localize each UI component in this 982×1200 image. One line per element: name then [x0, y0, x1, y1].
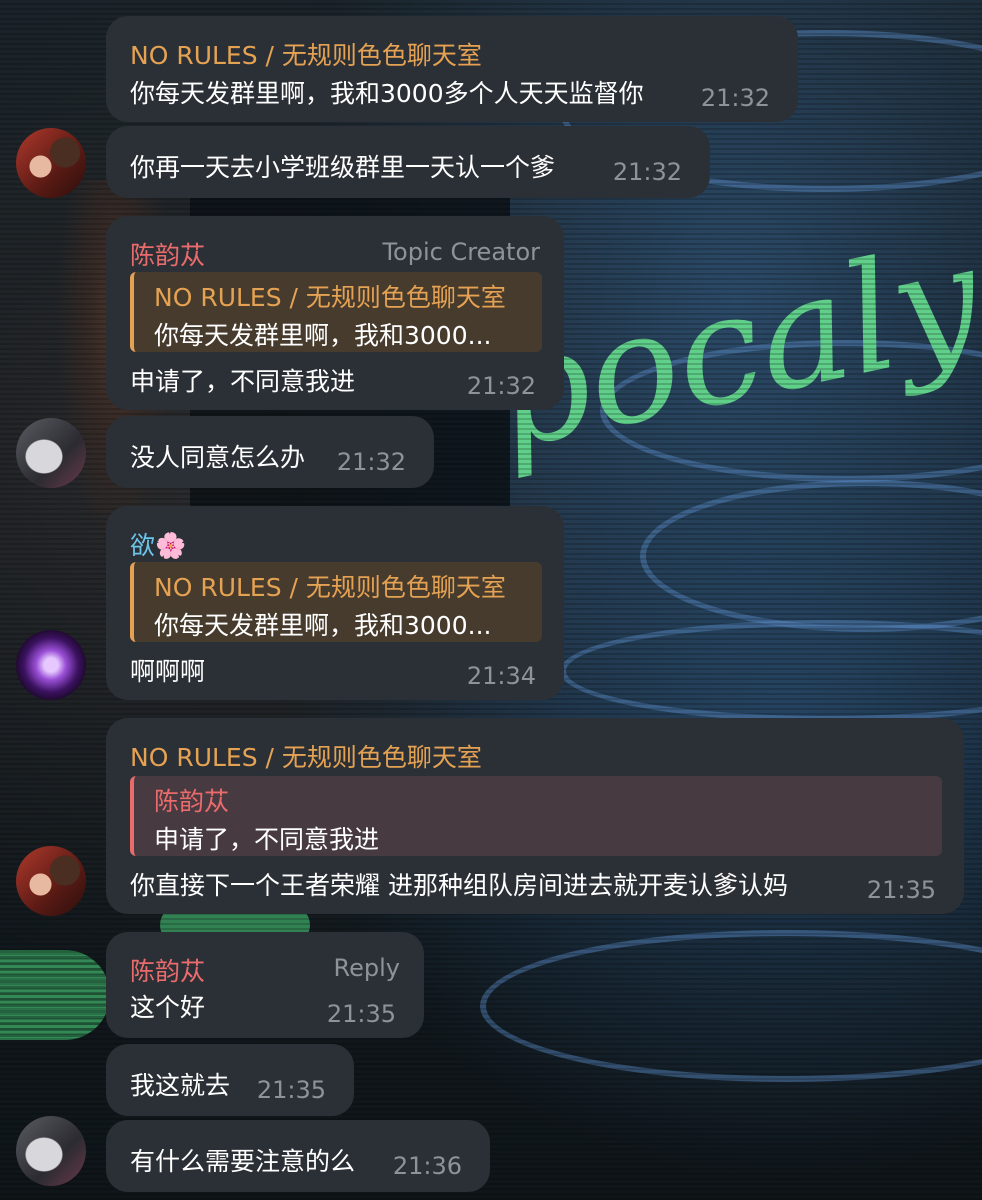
message-text: 啊啊啊 [130, 657, 206, 686]
reply-quote[interactable]: 陈韵苁 申请了，不同意我进 [130, 776, 942, 856]
message-text: 没人同意怎么办 [130, 443, 306, 472]
message-bubble[interactable]: 有什么需要注意的么 21:36 [106, 1120, 490, 1192]
message-time: 21:35 [326, 1000, 396, 1028]
message-bubble[interactable]: NO RULES / 无规则色色聊天室 你每天发群里啊，我和3000多个人天天监… [106, 16, 798, 122]
message-text: 你直接下一个王者荣耀 进那种组队房间进去就开麦认爹认妈 [130, 871, 788, 900]
quote-sender: NO RULES / 无规则色色聊天室 [154, 573, 506, 602]
message-bubble[interactable]: NO RULES / 无规则色色聊天室 陈韵苁 申请了，不同意我进 你直接下一个… [106, 718, 964, 914]
message-time: 21:32 [336, 448, 406, 476]
avatar[interactable] [16, 128, 86, 198]
sender-name[interactable]: 陈韵苁 [130, 236, 205, 272]
message-time: 21:32 [612, 158, 682, 186]
message-time: 21:35 [866, 876, 936, 904]
reply-label[interactable]: Reply [334, 954, 400, 982]
quote-text: 申请了，不同意我进 [154, 825, 380, 854]
avatar[interactable] [16, 630, 86, 700]
message-text: 你每天发群里啊，我和3000多个人天天监督你 [130, 79, 644, 108]
sender-name[interactable]: NO RULES / 无规则色色聊天室 [130, 738, 482, 774]
message-bubble[interactable]: 我这就去 21:35 [106, 1044, 354, 1116]
message-text: 申请了，不同意我进 [130, 367, 356, 396]
sender-name[interactable]: NO RULES / 无规则色色聊天室 [130, 36, 482, 72]
reply-quote[interactable]: NO RULES / 无规则色色聊天室 你每天发群里啊，我和3000... [130, 272, 542, 352]
message-text: 你再一天去小学班级群里一天认一个爹 [130, 153, 556, 182]
message-time: 21:32 [700, 84, 770, 112]
quote-text: 你每天发群里啊，我和3000... [154, 611, 492, 640]
message-bubble[interactable]: 欲🌸 NO RULES / 无规则色色聊天室 你每天发群里啊，我和3000...… [106, 506, 564, 700]
message-bubble[interactable]: 你再一天去小学班级群里一天认一个爹 21:32 [106, 126, 710, 198]
message-bubble[interactable]: 陈韵苁 Reply 这个好 21:35 [106, 932, 424, 1038]
topic-creator-label: Topic Creator [382, 238, 540, 266]
message-time: 21:32 [466, 372, 536, 400]
message-time: 21:35 [256, 1076, 326, 1104]
quote-sender: 陈韵苁 [154, 787, 230, 816]
sender-name[interactable]: 欲🌸 [130, 526, 186, 562]
avatar[interactable] [16, 418, 86, 488]
chat-message-list[interactable]: NO RULES / 无规则色色聊天室 你每天发群里啊，我和3000多个人天天监… [0, 0, 982, 1200]
sender-name[interactable]: 陈韵苁 [130, 952, 205, 988]
avatar[interactable] [16, 846, 86, 916]
message-text: 这个好 [130, 993, 206, 1022]
message-text: 有什么需要注意的么 [130, 1147, 356, 1176]
message-time: 21:36 [392, 1152, 462, 1180]
message-time: 21:34 [466, 662, 536, 690]
quote-text: 你每天发群里啊，我和3000... [154, 321, 492, 350]
reply-quote[interactable]: NO RULES / 无规则色色聊天室 你每天发群里啊，我和3000... [130, 562, 542, 642]
avatar[interactable] [16, 1116, 86, 1186]
message-bubble[interactable]: 陈韵苁 Topic Creator NO RULES / 无规则色色聊天室 你每… [106, 216, 564, 410]
message-text: 我这就去 [130, 1071, 231, 1100]
message-bubble[interactable]: 没人同意怎么办 21:32 [106, 416, 434, 488]
quote-sender: NO RULES / 无规则色色聊天室 [154, 283, 506, 312]
